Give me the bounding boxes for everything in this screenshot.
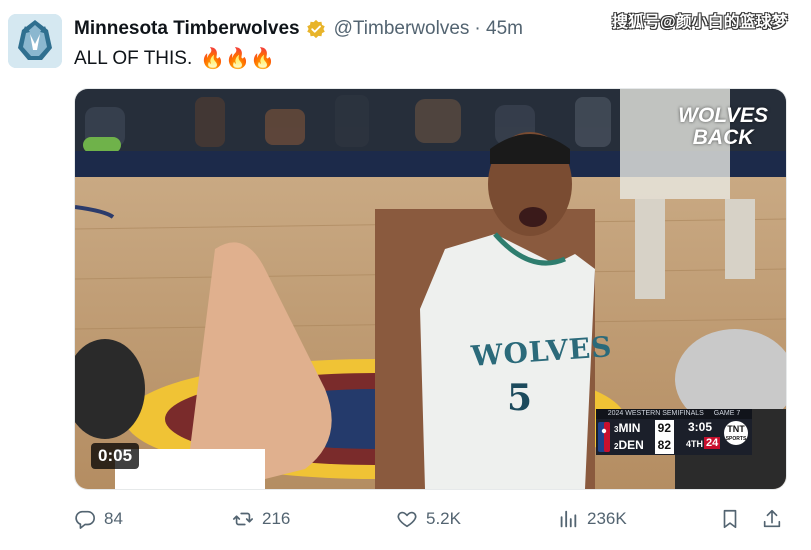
retweet-count: 216 [262,509,291,528]
heart-icon [397,511,417,528]
team-row-den: 2DEN 82 [614,437,674,454]
score-min: 92 [654,420,674,437]
team-min: MIN [618,421,641,435]
score-den: 82 [654,437,674,454]
views-button[interactable]: 236K [557,504,627,534]
retweet-icon [233,512,253,526]
video-duration: 0:05 [91,443,140,469]
reply-icon [75,510,95,529]
verified-badge-icon [306,19,325,39]
series-label: 2024 WESTERN SEMIFINALS [607,410,704,417]
timberwolves-logo-icon [8,14,62,68]
action-bar: 84 216 5.2K 236K [0,504,811,534]
quarter: 4TH [686,439,704,449]
reply-button[interactable]: 84 [74,504,123,534]
video-player[interactable]: WOLVES BACK WOLVES 5 2024 WESTERN SEMIFI… [74,88,787,490]
shot-clock: 24 [704,437,721,449]
wolves-back-logo: WOLVES BACK [678,105,768,149]
like-count: 5.2K [426,509,461,528]
view-count: 236K [587,509,627,528]
share-icon [763,509,781,528]
brand-line-2: BACK [692,126,754,149]
watermark-text: 搜狐号@颜小白的篮球梦 [612,14,788,31]
scorebug-header: 2024 WESTERN SEMIFINALS GAME 7 [596,409,752,419]
game-clock: 3:05 [688,420,713,434]
reply-count: 84 [104,509,123,528]
tweet-header: Minnesota Timberwolves @Timberwolves · 4… [74,16,523,42]
team-den: DEN [618,438,644,452]
author-name[interactable]: Minnesota Timberwolves [74,18,300,40]
fire-emoji: 🔥🔥🔥 [200,48,275,70]
tnt-logo: TNT SPORTS [724,421,748,445]
brand-line-1: WOLVES [678,104,768,127]
tweet-text: ALL OF THIS. 🔥🔥🔥 [74,46,275,71]
share-button[interactable] [761,504,783,534]
avatar[interactable] [8,14,62,68]
retweet-button[interactable]: 216 [232,504,290,534]
team-row-min: 3MIN 92 [614,420,674,437]
nba-logo-icon [598,422,610,452]
tweet-time[interactable]: · 45m [474,18,523,40]
tweet-body: ALL OF THIS. [74,47,193,69]
views-chart-icon [560,510,577,528]
like-button[interactable]: 5.2K [396,504,461,534]
game-label: GAME 7 [713,410,741,417]
bookmark-button[interactable] [719,504,741,534]
bookmark-icon [723,509,737,529]
jersey-number: 5 [507,377,533,419]
scorebug: 2024 WESTERN SEMIFINALS GAME 7 3MIN 92 2… [596,409,752,455]
author-handle[interactable]: @Timberwolves [334,18,470,40]
